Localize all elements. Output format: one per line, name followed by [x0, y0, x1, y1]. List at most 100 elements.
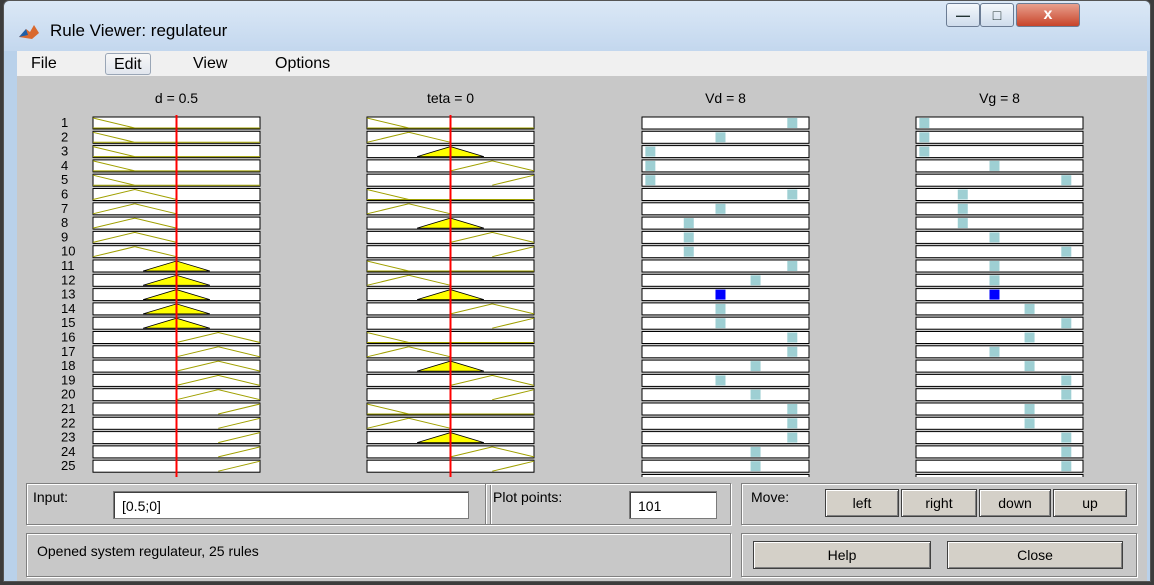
output-marker [715, 203, 726, 214]
vg-rule-box [915, 245, 1084, 259]
rule-number: 5 [61, 172, 68, 187]
rule-number: 20 [61, 387, 75, 402]
rule-number: 10 [61, 244, 75, 259]
vg-rule-box [915, 259, 1084, 273]
title-bar: Rule Viewer: regulateur — □ x [4, 1, 1150, 51]
output-marker [750, 461, 761, 472]
vg-rule-box [915, 188, 1084, 201]
menu-edit[interactable]: Edit [105, 53, 151, 75]
vg-rule-box [915, 316, 1084, 330]
status-text: Opened system regulateur, 25 rules [37, 543, 259, 559]
output-marker [1061, 461, 1072, 472]
output-marker [787, 189, 798, 200]
rule-number: 12 [61, 272, 75, 287]
move-left-button[interactable]: left [825, 489, 899, 517]
vg-rule-box [915, 431, 1084, 445]
column-label: d = 0.5 [155, 90, 198, 106]
vd-rule-box [641, 316, 810, 330]
move-up-button[interactable]: up [1053, 489, 1127, 517]
vd-rule-box [641, 259, 810, 273]
move-down-button[interactable]: down [979, 489, 1051, 517]
vg-rule-box [915, 288, 1084, 302]
output-marker [750, 446, 761, 457]
close-icon: x [1043, 6, 1053, 23]
vd-rule-box [641, 173, 810, 187]
output-marker [957, 218, 968, 229]
rule-number: 18 [61, 358, 75, 373]
menu-options[interactable]: Options [267, 53, 338, 75]
rule-number: 19 [61, 372, 75, 387]
vd-rule-box [641, 288, 810, 302]
vd-rule-box [641, 302, 810, 316]
vd-rule-box [641, 245, 810, 259]
vd-rule-box [641, 202, 810, 216]
output-marker [1024, 361, 1035, 372]
rule-number: 24 [61, 444, 75, 459]
vg-rule-box [915, 145, 1084, 159]
rule-number: 1 [61, 115, 68, 130]
output-marker [750, 389, 761, 400]
close-window-button[interactable]: x [1016, 3, 1080, 27]
vg-rule-box [915, 459, 1084, 473]
output-marker [787, 404, 798, 414]
rule-number: 9 [61, 229, 68, 244]
output-marker [919, 118, 930, 128]
vd-rule-box [641, 188, 810, 201]
close-button[interactable]: Close [947, 541, 1123, 569]
output-marker [715, 318, 726, 329]
output-marker [1061, 318, 1072, 329]
vg-rule-box [915, 373, 1084, 387]
output-marker [989, 160, 1000, 171]
rule-number: 2 [61, 129, 68, 144]
vd-rule-box [641, 359, 810, 373]
input-field[interactable]: [0.5;0] [113, 491, 469, 519]
rule-number: 11 [61, 258, 75, 273]
vd-rule-box [641, 345, 810, 359]
output-marker [957, 189, 968, 200]
minimize-button[interactable]: — [946, 3, 980, 27]
output-marker [683, 232, 694, 243]
output-marker [1024, 404, 1035, 414]
maximize-button[interactable]: □ [980, 3, 1014, 27]
vg-rule-box [915, 202, 1084, 216]
plot-points-field[interactable]: 101 [629, 491, 717, 519]
vg-rule-box [915, 230, 1084, 244]
menu-file[interactable]: File [23, 53, 65, 75]
move-label: Move: [751, 489, 790, 505]
vd-rule-box [641, 445, 810, 459]
output-marker [645, 146, 656, 157]
output-marker [645, 160, 656, 171]
vg-rule-box [915, 173, 1084, 187]
output-marker [715, 303, 726, 314]
output-marker [750, 275, 761, 286]
output-marker [1061, 432, 1072, 443]
vd-rule-box [641, 159, 810, 173]
input-label: Input: [33, 489, 69, 505]
output-marker [1061, 175, 1072, 186]
vd-rule-box [641, 388, 810, 402]
control-panel: Input: [0.5;0] Plot points: 101 Move: le… [17, 477, 1147, 581]
menu-view[interactable]: View [185, 53, 235, 75]
output-marker [645, 175, 656, 186]
move-right-button[interactable]: right [901, 489, 977, 517]
vd-rule-box [641, 402, 810, 416]
vd-rule-box [641, 273, 810, 287]
vg-rule-box [915, 402, 1084, 416]
output-marker [715, 132, 726, 143]
rule-number: 23 [61, 430, 75, 445]
rule-number: 13 [61, 287, 75, 302]
vd-rule-box [641, 230, 810, 244]
output-marker [787, 261, 798, 271]
output-marker [989, 275, 1000, 286]
vg-rule-box [915, 302, 1084, 316]
output-marker [750, 361, 761, 372]
output-marker [989, 232, 1000, 243]
vd-rule-box [641, 216, 810, 230]
help-button[interactable]: Help [753, 541, 931, 569]
rule-number: 16 [61, 330, 75, 345]
output-marker [787, 418, 798, 429]
vd-rule-box [641, 130, 810, 144]
rule-number: 22 [61, 415, 75, 430]
vd-rule-box [641, 459, 810, 473]
output-marker [989, 289, 1000, 300]
